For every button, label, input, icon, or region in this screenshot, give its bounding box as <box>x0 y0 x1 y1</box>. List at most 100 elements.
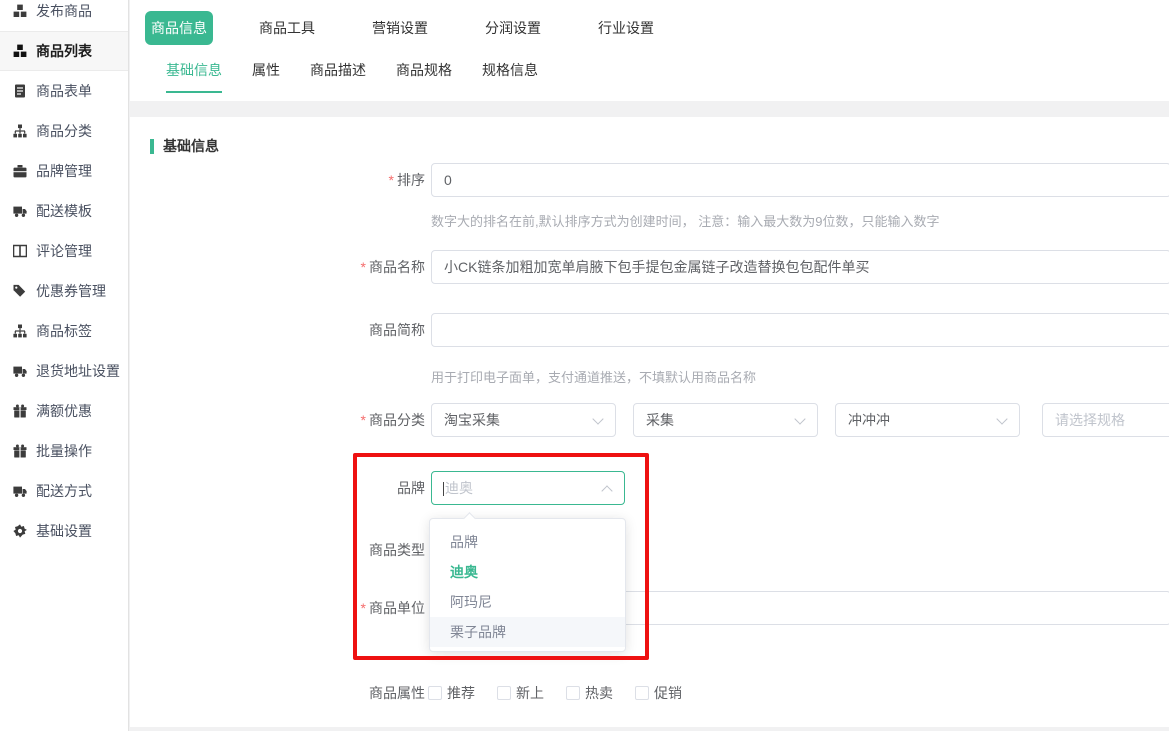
section-title-text: 基础信息 <box>163 136 219 156</box>
category-select-level3[interactable]: 冲冲冲 <box>835 403 1020 437</box>
sidebar-item-return-address[interactable]: 退货地址设置 <box>0 351 128 391</box>
briefcase-icon <box>13 164 27 178</box>
short-name-label: 商品简称 <box>130 313 425 347</box>
subtab-product-spec[interactable]: 商品规格 <box>396 60 452 93</box>
required-mark: * <box>361 412 366 428</box>
short-name-input[interactable] <box>431 313 1169 347</box>
chevron-up-icon <box>601 485 612 496</box>
sidebar-item-label: 商品表单 <box>36 81 92 101</box>
checkbox-hot[interactable]: 热卖 <box>566 683 613 703</box>
sidebar-item-label: 基础设置 <box>36 521 92 541</box>
checkbox-icon[interactable] <box>566 686 580 700</box>
tab-product-tools[interactable]: 商品工具 <box>259 18 315 38</box>
product-unit-label: *商品单位 <box>130 591 425 625</box>
sidebar-item-label: 商品标签 <box>36 321 92 341</box>
sidebar-item-label: 评论管理 <box>36 241 92 261</box>
section-title: 基础信息 <box>150 136 219 156</box>
sidebar-item-label: 品牌管理 <box>36 161 92 181</box>
sidebar-item-product-tags[interactable]: 商品标签 <box>0 311 128 351</box>
chevron-down-icon <box>996 413 1007 424</box>
product-attrs-label: 商品属性 <box>130 683 425 703</box>
sidebar-item-publish-product[interactable]: 发布商品 <box>0 0 128 31</box>
sidebar-item-label: 优惠券管理 <box>36 281 106 301</box>
product-attrs-group: 推荐 新上 热卖 促销 <box>428 683 682 703</box>
sidebar-item-review-management[interactable]: 评论管理 <box>0 231 128 271</box>
sidebar-item-label: 配送方式 <box>36 481 92 501</box>
sitemap-icon <box>13 124 27 138</box>
gift-icon <box>13 404 27 418</box>
truck-icon <box>13 364 27 378</box>
cubes-icon <box>13 4 27 18</box>
sidebar-item-product-list[interactable]: 商品列表 <box>0 31 128 71</box>
gear-icon <box>13 524 27 538</box>
checkbox-icon[interactable] <box>497 686 511 700</box>
short-name-help-text: 用于打印电子面单，支付通道推送，不填默认用商品名称 <box>431 367 756 386</box>
subtab-spec-info[interactable]: 规格信息 <box>482 60 538 93</box>
category-label: *商品分类 <box>130 403 425 437</box>
brand-option-armani[interactable]: 阿玛尼 <box>430 587 625 617</box>
truck-icon <box>13 484 27 498</box>
sidebar-item-full-discount[interactable]: 满额优惠 <box>0 391 128 431</box>
tab-profit-settings[interactable]: 分润设置 <box>485 18 541 38</box>
sub-tab-bar: 基础信息 属性 商品描述 商品规格 规格信息 <box>166 60 538 93</box>
checkbox-icon[interactable] <box>428 686 442 700</box>
brand-label: 品牌 <box>130 471 425 505</box>
spec-select[interactable]: 请选择规格 <box>1042 403 1169 437</box>
sidebar-item-batch-operation[interactable]: 批量操作 <box>0 431 128 471</box>
brand-select[interactable]: 迪奥 <box>431 471 625 505</box>
basic-info-form-card: 基础信息 *排序 数字大的排名在前,默认排序方式为创建时间， 注意：输入最大数为… <box>130 117 1169 727</box>
subtab-attributes[interactable]: 属性 <box>252 60 280 93</box>
sidebar-item-label: 配送模板 <box>36 201 92 221</box>
required-mark: * <box>389 172 394 188</box>
main-area: 商品信息 商品工具 营销设置 分润设置 行业设置 基础信息 属性 商品描述 商品… <box>130 0 1169 731</box>
checkbox-recommend[interactable]: 推荐 <box>428 683 475 703</box>
brand-select-value: 迪奥 <box>445 480 473 496</box>
category-select-value: 淘宝采集 <box>444 412 500 428</box>
tabs-header-card: 商品信息 商品工具 营销设置 分润设置 行业设置 基础信息 属性 商品描述 商品… <box>130 0 1169 101</box>
sidebar-item-label: 商品列表 <box>36 41 92 61</box>
tags-icon <box>13 284 27 298</box>
sidebar-item-label: 商品分类 <box>36 121 92 141</box>
sidebar-item-product-form[interactable]: 商品表单 <box>0 71 128 111</box>
gift-icon <box>13 444 27 458</box>
tab-product-info[interactable]: 商品信息 <box>145 11 213 45</box>
sidebar-item-product-category[interactable]: 商品分类 <box>0 111 128 151</box>
brand-option-default[interactable]: 品牌 <box>430 527 625 557</box>
chevron-down-icon <box>794 413 805 424</box>
sidebar-item-coupon-management[interactable]: 优惠券管理 <box>0 271 128 311</box>
sitemap-icon <box>13 324 27 338</box>
checkbox-label: 推荐 <box>447 683 475 703</box>
brand-dropdown-panel: 品牌 迪奥 阿玛尼 栗子品牌 <box>429 518 626 652</box>
tab-industry-settings[interactable]: 行业设置 <box>598 18 654 38</box>
checkbox-label: 热卖 <box>585 683 613 703</box>
category-select-value: 冲冲冲 <box>848 412 890 428</box>
spec-select-placeholder: 请选择规格 <box>1055 412 1125 428</box>
required-mark: * <box>361 259 366 275</box>
section-title-bar <box>150 139 154 154</box>
category-select-level2[interactable]: 采集 <box>633 403 818 437</box>
checkbox-label: 新上 <box>516 683 544 703</box>
text-cursor <box>443 482 444 496</box>
sidebar: 发布商品 商品列表 商品表单 商品分类 品牌管理 配送模板 评论管理 优惠券管 <box>0 0 129 731</box>
sidebar-item-brand-management[interactable]: 品牌管理 <box>0 151 128 191</box>
sidebar-item-basic-settings[interactable]: 基础设置 <box>0 511 128 551</box>
checkbox-label: 促销 <box>654 683 682 703</box>
cubes-icon <box>13 44 27 58</box>
sort-input[interactable] <box>431 163 1169 197</box>
sidebar-item-shipping-template[interactable]: 配送模板 <box>0 191 128 231</box>
checkbox-promo[interactable]: 促销 <box>635 683 682 703</box>
brand-option-dior[interactable]: 迪奥 <box>430 557 625 587</box>
chevron-down-icon <box>592 413 603 424</box>
subtab-basic-info[interactable]: 基础信息 <box>166 60 222 93</box>
category-select-level1[interactable]: 淘宝采集 <box>431 403 616 437</box>
checkbox-icon[interactable] <box>635 686 649 700</box>
sidebar-item-label: 退货地址设置 <box>36 361 120 381</box>
subtab-product-description[interactable]: 商品描述 <box>310 60 366 93</box>
sidebar-menu: 发布商品 商品列表 商品表单 商品分类 品牌管理 配送模板 评论管理 优惠券管 <box>0 0 128 551</box>
brand-option-lizi[interactable]: 栗子品牌 <box>430 617 625 647</box>
checkbox-new[interactable]: 新上 <box>497 683 544 703</box>
sidebar-item-label: 满额优惠 <box>36 401 92 421</box>
tab-marketing-settings[interactable]: 营销设置 <box>372 18 428 38</box>
product-name-input[interactable] <box>431 250 1169 284</box>
sidebar-item-shipping-method[interactable]: 配送方式 <box>0 471 128 511</box>
